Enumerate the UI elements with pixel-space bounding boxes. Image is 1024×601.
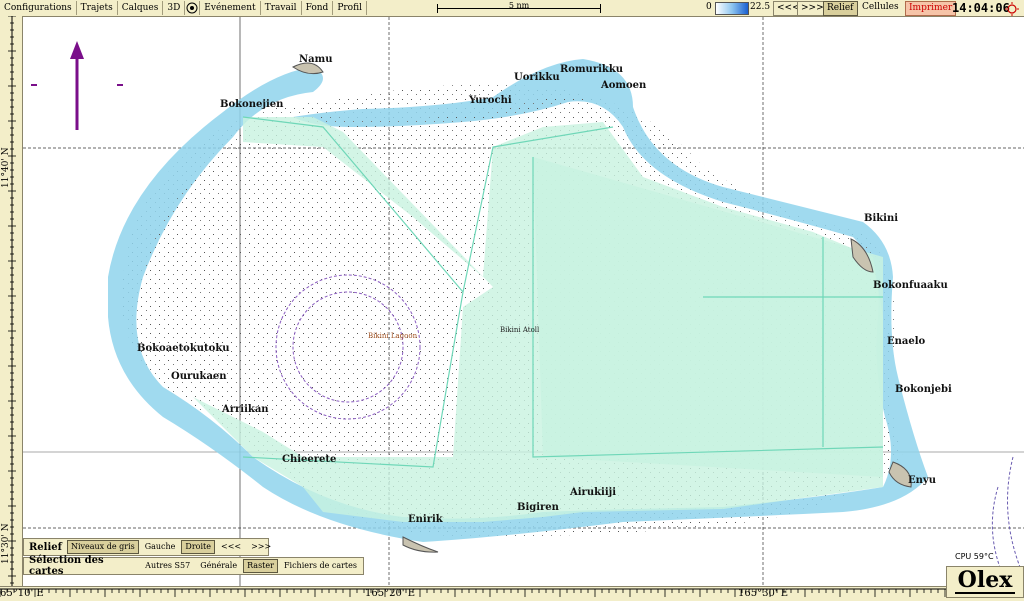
place-ourukaen: Ourukaen xyxy=(171,371,227,382)
chart-selection-panel: Sélection des cartes Autres S57 Générale… xyxy=(23,555,364,577)
imprimer-button[interactable]: Imprimer xyxy=(905,1,957,16)
place-chieerete: Chieerete xyxy=(282,454,337,465)
menu-configurations[interactable]: Configurations xyxy=(0,1,77,15)
compass-icon[interactable] xyxy=(185,1,201,15)
place-aomoen: Aomoen xyxy=(601,80,647,91)
fichiers-de-cartes-button[interactable]: Fichiers de cartes xyxy=(280,559,361,573)
place-bikini: Bikini xyxy=(864,213,899,224)
place-bikini-atoll: Bikini Atoll xyxy=(500,326,540,334)
menu-calques[interactable]: Calques xyxy=(118,1,164,15)
depth-gradient xyxy=(715,2,749,15)
scale-label: 5 nm xyxy=(508,1,530,10)
depth-max: 22.5 xyxy=(750,2,771,12)
place-namu: Namu xyxy=(299,54,333,65)
place-romurikku: Romurikku xyxy=(560,64,624,75)
cpu-temperature: CPU 59°C xyxy=(955,552,994,561)
raster-button[interactable]: Raster xyxy=(243,559,278,573)
menu-profil[interactable]: Profil xyxy=(333,1,367,15)
gauche-button[interactable]: Gauche xyxy=(141,540,180,554)
place-bokoaetokutoku: Bokoaetokutoku xyxy=(137,343,230,354)
place-bigiren: Bigiren xyxy=(517,502,559,513)
menu-fond[interactable]: Fond xyxy=(302,1,334,15)
chart-selection-title: Sélection des cartes xyxy=(29,555,104,577)
longitude-scale: 65°10' E 165°20' E 165°30' E xyxy=(0,586,1024,601)
lat-label-1140: 11°40' N xyxy=(1,147,11,188)
latitude-scale: 11°40' N 11°30' N xyxy=(0,16,23,586)
olex-logo: Olex xyxy=(946,566,1024,598)
lon-label-1: 65°10' E xyxy=(0,588,44,599)
relief-toggle[interactable]: Relief xyxy=(823,1,858,16)
relief-panel-title: Relief xyxy=(29,541,62,553)
relief-forward-button[interactable]: >>> xyxy=(247,540,275,554)
relief-panel: Relief Niveaux de gris Gauche Droite <<<… xyxy=(23,538,271,556)
place-enaelo: Enaelo xyxy=(887,336,926,347)
place-enyu: Enyu xyxy=(908,475,936,486)
place-uorikku: Uorikku xyxy=(514,72,560,83)
depth-min: 0 xyxy=(706,2,712,12)
lon-label-2: 165°20' E xyxy=(365,588,416,599)
place-enirik: Enirik xyxy=(408,514,443,525)
menu-evenement[interactable]: Evénement xyxy=(200,1,261,15)
niveaux-de-gris-button[interactable]: Niveaux de gris xyxy=(66,540,139,554)
droite-button[interactable]: Droite xyxy=(181,540,215,554)
place-bikini-lagoon: Bikini Lagoon xyxy=(368,332,418,340)
chart-map[interactable]: Namu Bokonejien Uorikku Romurikku Aomoen… xyxy=(23,17,1024,586)
lat-label-1130: 11°30' N xyxy=(1,523,11,564)
menu-trajets[interactable]: Trajets xyxy=(77,1,118,15)
place-airukiiji: Airukiiji xyxy=(570,487,617,498)
place-yurochi: Yurochi xyxy=(469,95,512,106)
lon-label-3: 165°30' E xyxy=(738,588,789,599)
relief-back-button[interactable]: <<< xyxy=(217,540,245,554)
scale-bar: 5 nm xyxy=(437,1,601,15)
clock: 14:04:06 xyxy=(952,1,1010,15)
menu-3d[interactable]: 3D xyxy=(163,1,186,15)
place-bokonfuaaku: Bokonfuaaku xyxy=(873,280,948,291)
autres-s57-button[interactable]: Autres S57 xyxy=(141,559,194,573)
generale-button[interactable]: Générale xyxy=(196,559,241,573)
menu-travail[interactable]: Travail xyxy=(261,1,302,15)
cellules-toggle[interactable]: Cellules xyxy=(859,1,902,14)
place-bokonejien: Bokonejien xyxy=(220,99,284,110)
logo-text: Olex xyxy=(957,567,1013,593)
place-arriikan: Arriikan xyxy=(222,404,269,415)
place-bokonjebi: Bokonjebi xyxy=(895,384,952,395)
north-arrow-icon xyxy=(31,41,123,130)
